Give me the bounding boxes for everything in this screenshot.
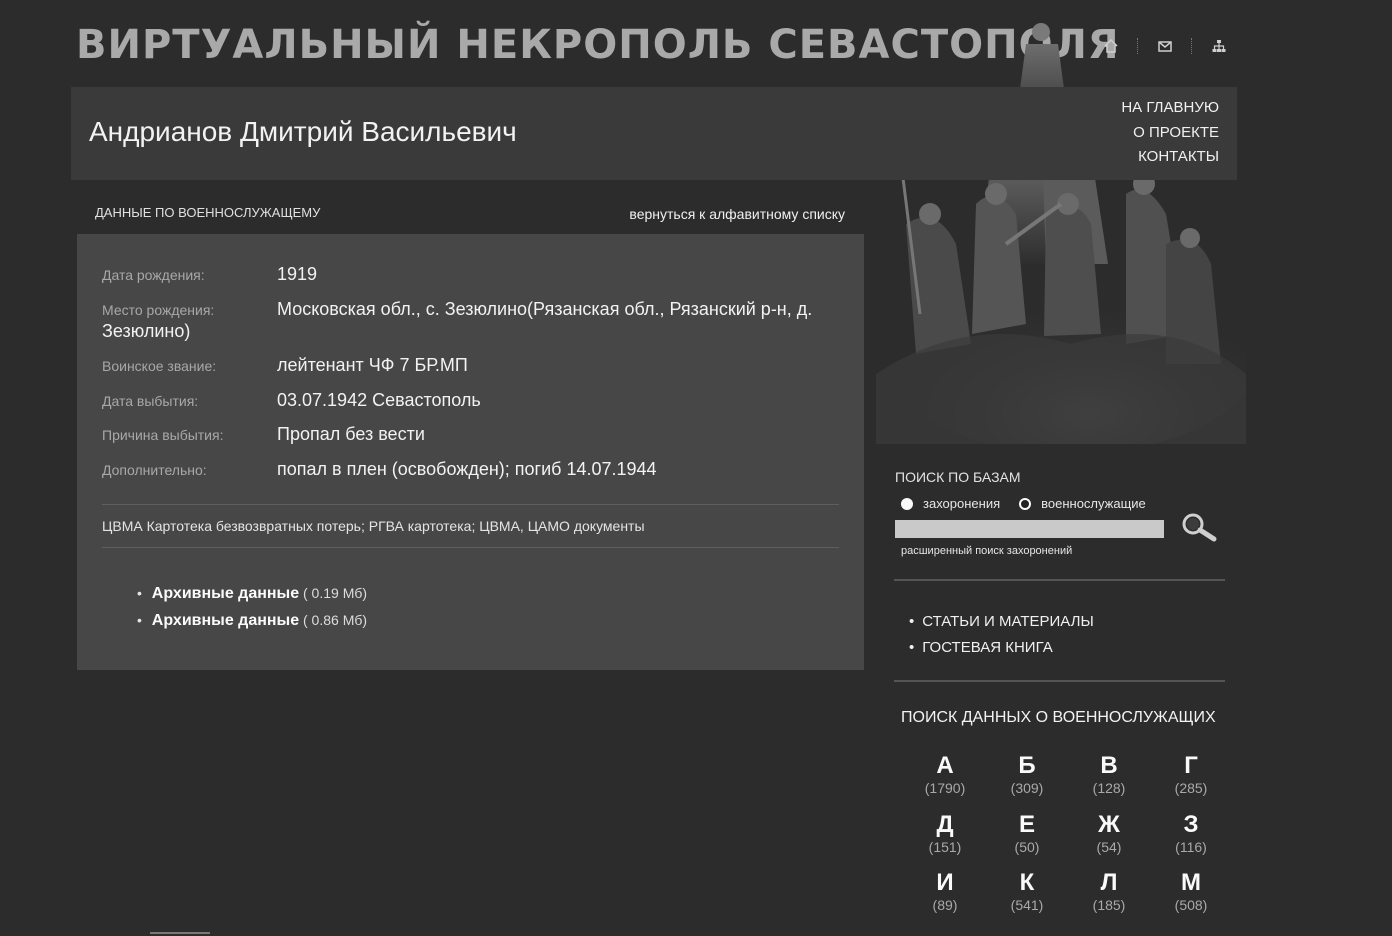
back-to-list-link[interactable]: вернуться к алфавитному списку (629, 206, 845, 222)
field-label: Дополнительно: (102, 462, 207, 478)
side-menu-articles[interactable]: СТАТЬИ И МАТЕРИАЛЫ (909, 609, 1093, 635)
field-value: 1919 (277, 264, 318, 284)
divider (894, 680, 1225, 682)
magnifier-icon (1182, 513, 1217, 542)
list-item: Архивные данные ( 0.19 Мб) (137, 580, 367, 607)
field-rank: лейтенант ЧФ 7 БР.МП Воинское звание: (102, 354, 842, 376)
archive-doc-link[interactable]: Архивные данные (152, 612, 299, 629)
field-label: Дата рождения: (102, 267, 205, 283)
alpha-letter-link[interactable]: Ж (54) (1068, 810, 1150, 871)
field-birth-place: Московская обл., с. Зезюлино(Рязанская о… (102, 298, 842, 342)
letter: Ж (1098, 810, 1120, 838)
count: (151) (928, 838, 962, 855)
alpha-letter-link[interactable]: А (1790) (904, 753, 986, 812)
top-icon-bar (1098, 36, 1232, 56)
alpha-letter-link[interactable]: В (128) (1068, 753, 1150, 812)
divider (102, 547, 839, 548)
advanced-search-link[interactable]: расширенный поиск захоронений (901, 545, 1072, 557)
alpha-letter-link[interactable]: К (541) (986, 870, 1068, 929)
field-label: Место рождения: (102, 302, 215, 318)
field-additional: попал в плен (освобожден); погиб 14.07.1… (102, 458, 842, 480)
letter: З (1183, 810, 1199, 838)
letter: Б (1018, 752, 1036, 779)
page-title: Андрианов Дмитрий Васильевич (89, 116, 517, 147)
letter: Е (1018, 810, 1035, 838)
alpha-letter-link[interactable]: И (89) (904, 870, 986, 929)
nav-home-link[interactable]: НА ГЛАВНУЮ (1121, 96, 1219, 121)
divider (102, 504, 839, 505)
alpha-letter-link[interactable]: Д (151) (904, 810, 986, 871)
field-value: попал в плен (освобожден); погиб 14.07.1… (277, 459, 657, 479)
count: (89) (932, 897, 958, 913)
alpha-letter-link[interactable]: Л (185) (1068, 870, 1150, 929)
file-size: ( 0.19 Мб) (303, 585, 368, 601)
letter: Г (1184, 752, 1198, 779)
count: (541) (1010, 897, 1044, 913)
search-input[interactable] (895, 520, 1164, 538)
search-button[interactable] (1180, 510, 1220, 544)
section-title: ДАННЫЕ ПО ВОЕННОСЛУЖАЩЕМУ (95, 205, 321, 220)
top-nav: НА ГЛАВНУЮ О ПРОЕКТЕ КОНТАКТЫ (1121, 96, 1219, 170)
field-label: Воинское звание: (102, 358, 217, 374)
radio-burials-label[interactable]: захоронения (923, 496, 1000, 511)
monument-image (876, 23, 1246, 444)
sources-text: ЦВМА Картотека безвозвратных потерь; РГВ… (102, 518, 645, 534)
archive-doc-link[interactable]: Архивные данные (152, 585, 299, 602)
field-birth-date: 1919 Дата рождения: (102, 263, 842, 285)
field-value: 03.07.1942 Севастополь (277, 390, 481, 410)
letter: А (936, 752, 954, 779)
letter: К (1019, 869, 1035, 896)
list-item: Архивные данные ( 0.86 Мб) (137, 607, 367, 634)
count: (508) (1174, 897, 1208, 913)
count: (128) (1092, 780, 1126, 796)
field-exit-reason: Пропал без вести Причина выбытия: (102, 423, 842, 445)
field-label: Причина выбытия: (102, 427, 224, 443)
search-title: ПОИСК ПО БАЗАМ (895, 469, 1021, 485)
alpha-letter-link[interactable]: Г (285) (1150, 753, 1232, 812)
count: (50) (1014, 838, 1040, 855)
letter: Л (1100, 869, 1118, 896)
alpha-letter-link[interactable]: Б (309) (986, 753, 1068, 812)
search-type-radios: захоронения военнослужащие (901, 496, 1146, 511)
nav-about-link[interactable]: О ПРОЕКТЕ (1121, 121, 1219, 146)
count: (185) (1092, 897, 1126, 913)
documents-list: Архивные данные ( 0.19 Мб) Архивные данн… (137, 580, 367, 634)
letter: М (1181, 869, 1201, 896)
count: (285) (1174, 780, 1208, 796)
letter: Д (936, 810, 954, 838)
letter: И (936, 869, 954, 896)
mail-icon[interactable] (1152, 36, 1178, 56)
home-icon[interactable] (1098, 36, 1124, 56)
count: (309) (1010, 780, 1044, 796)
field-label: Дата выбытия: (102, 393, 199, 409)
sitemap-icon[interactable] (1206, 36, 1232, 56)
alphabet-title: ПОИСК ДАННЫХ О ВОЕННОСЛУЖАЩИХ (901, 709, 1216, 726)
alpha-letter-link[interactable]: Е (50) (986, 810, 1068, 871)
count: (1790) (924, 780, 966, 796)
alphabet-grid: А (1790) Б (309) В (128) Г (285) Д (151) Е (50… (904, 753, 1232, 929)
side-menu: СТАТЬИ И МАТЕРИАЛЫ ГОСТЕВАЯ КНИГА (909, 609, 1094, 661)
nav-contacts-link[interactable]: КОНТАКТЫ (1121, 145, 1219, 170)
footer-divider (150, 932, 210, 934)
radio-servicemen-label[interactable]: военнослужащие (1041, 496, 1146, 511)
count: (116) (1175, 838, 1207, 855)
serviceman-card: 1919 Дата рождения: Московская обл., с. … (77, 234, 864, 670)
radio-servicemen[interactable] (1019, 497, 1032, 510)
alpha-letter-link[interactable]: З (116) (1150, 810, 1232, 871)
file-size: ( 0.86 Мб) (303, 612, 368, 628)
radio-burials[interactable] (901, 497, 913, 510)
side-menu-guestbook[interactable]: ГОСТЕВАЯ КНИГА (909, 635, 1094, 661)
alpha-letter-link[interactable]: М (508) (1150, 870, 1232, 929)
count: (54) (1096, 838, 1122, 855)
letter: В (1100, 752, 1118, 779)
divider (894, 579, 1225, 581)
field-exit-date: 03.07.1942 Севастополь Дата выбытия: (102, 389, 842, 411)
